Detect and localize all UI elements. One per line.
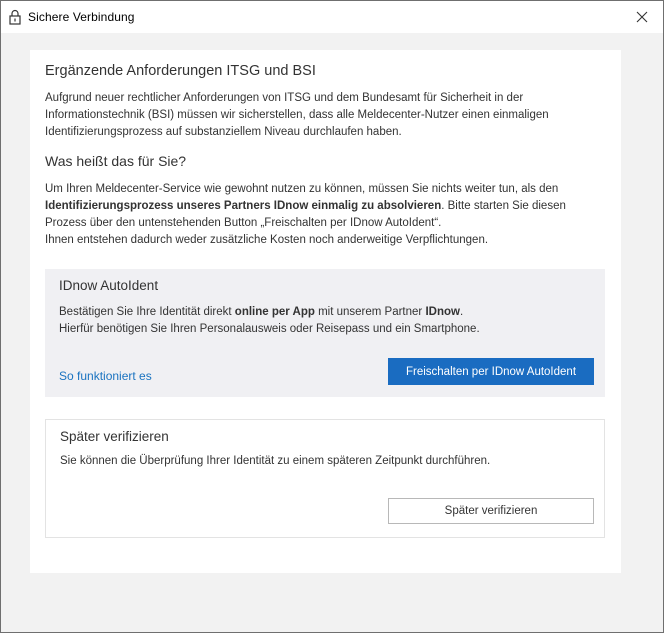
window-title: Sichere Verbindung xyxy=(28,10,135,24)
idnow-unlock-button[interactable]: Freischalten per IDnow AutoIdent xyxy=(388,358,594,385)
close-icon[interactable] xyxy=(631,6,653,28)
title-bar: Sichere Verbindung xyxy=(1,1,663,33)
later-panel: Später verifizieren Sie können die Überp… xyxy=(45,419,605,538)
dialog-window: Sichere Verbindung Ergänzende Anforderun… xyxy=(0,0,664,633)
idnow-description: Bestätigen Sie Ihre Identität direkt onl… xyxy=(59,306,480,335)
verify-later-button[interactable]: Später verifizieren xyxy=(388,498,594,524)
intro-text: Aufgrund neuer rechtlicher Anforderungen… xyxy=(45,92,549,138)
how-it-works-link[interactable]: So funktioniert es xyxy=(59,369,152,383)
info-paragraph: Um Ihren Meldecenter-Service wie gewohnt… xyxy=(45,183,566,246)
content-card: Ergänzende Anforderungen ITSG und BSI Au… xyxy=(30,50,621,573)
idnow-panel: IDnow AutoIdent Bestätigen Sie Ihre Iden… xyxy=(45,269,605,397)
info-paragraph-line2: Ihnen entstehen dadurch weder zusätzlich… xyxy=(45,234,489,246)
later-title: Später verifizieren xyxy=(60,429,169,444)
section-heading: Was heißt das für Sie? xyxy=(45,153,187,169)
lock-icon xyxy=(9,9,21,25)
later-description: Sie können die Überprüfung Ihrer Identit… xyxy=(60,455,491,467)
emphasis-text: Identifizierungsprozess unseres Partners… xyxy=(45,200,442,212)
page-title: Ergänzende Anforderungen ITSG und BSI xyxy=(45,63,316,79)
idnow-title: IDnow AutoIdent xyxy=(59,278,159,293)
